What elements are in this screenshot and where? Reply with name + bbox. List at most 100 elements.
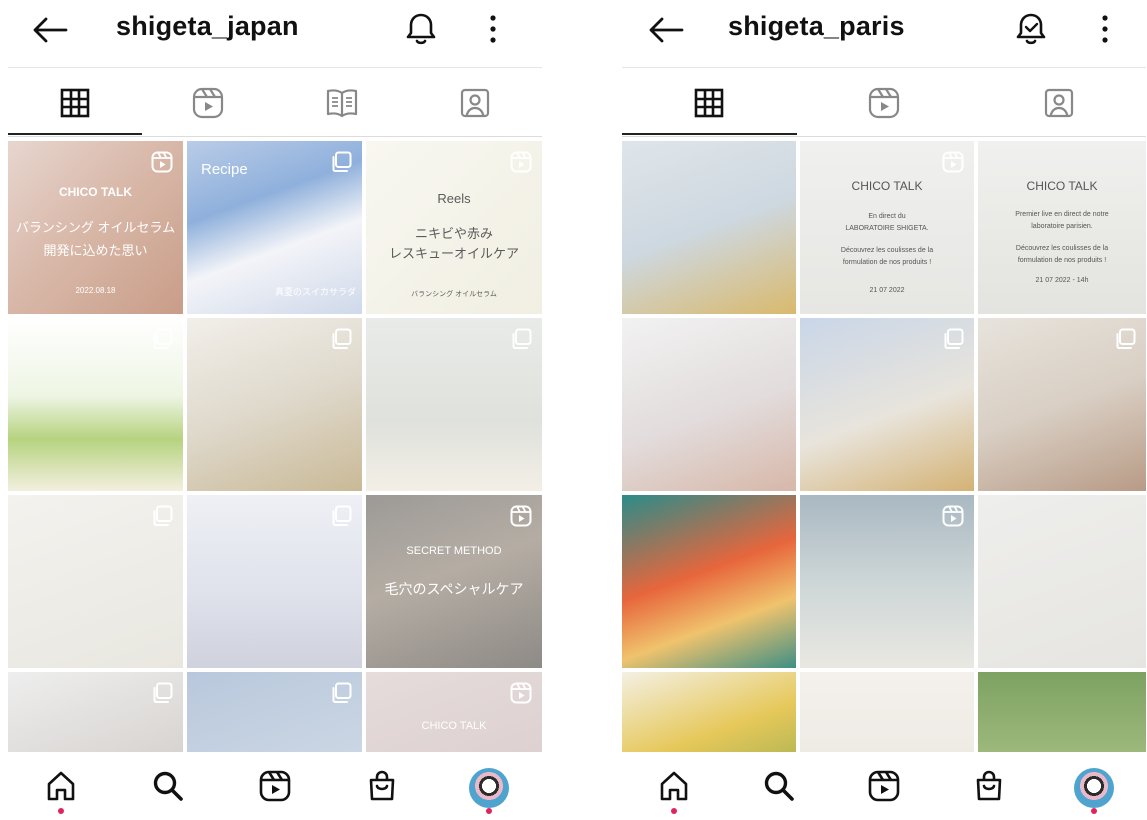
reels-badge-icon (510, 682, 532, 704)
tab-reels[interactable] (142, 70, 276, 136)
profile-username: shigeta_japan (116, 11, 299, 41)
tagged-icon (1044, 88, 1073, 118)
bottom-nav (622, 752, 1146, 820)
tile-caption-line: CHICO TALK (421, 720, 487, 732)
tile-chico-talk-fr-2[interactable]: CHICO TALK Premier live en direct de notr… (978, 141, 1146, 314)
carousel-badge-icon (332, 328, 352, 349)
profile-username: shigeta_paris (728, 11, 905, 41)
tile-caption-line: バランシング オイルセラム (15, 220, 176, 235)
notifications-bell-icon[interactable] (404, 10, 438, 48)
nav-search[interactable] (727, 752, 832, 820)
carousel-badge-icon (944, 328, 964, 349)
tile-pouch-birds[interactable] (800, 318, 974, 491)
posts-grid: CHICO TALK バランシング オイルセラム 開発に込めた思い 2022.08.1… (8, 141, 542, 820)
tab-grid[interactable] (622, 70, 797, 136)
grid-icon (60, 88, 90, 118)
reels-badge-icon (942, 505, 964, 527)
tile-caption-line: formulation de nos produits ! (842, 259, 932, 266)
back-arrow-icon[interactable] (646, 12, 686, 48)
tab-tagged[interactable] (409, 70, 543, 136)
tile-lavender[interactable] (978, 495, 1146, 668)
profile-tabs (8, 70, 542, 136)
home-notification-dot (58, 808, 65, 814)
nav-profile[interactable] (435, 752, 542, 820)
tile-purple-bottles[interactable] (187, 495, 362, 668)
reels-badge-icon (151, 151, 173, 173)
profile-tabs (622, 70, 1146, 136)
search-icon (153, 771, 183, 801)
header-divider (622, 67, 1146, 68)
bottom-nav (8, 752, 542, 820)
grid-icon (695, 88, 724, 118)
tile-caption-line: SECRET METHOD (406, 545, 502, 557)
guides-icon (326, 89, 357, 118)
carousel-badge-icon (153, 682, 173, 703)
tile-caption-line: 21 07 2022 (869, 287, 905, 294)
tile-bottles-beige[interactable] (366, 318, 542, 491)
more-options-icon[interactable] (1098, 10, 1112, 48)
carousel-badge-icon (153, 328, 173, 349)
nav-reels[interactable] (222, 752, 329, 820)
reels-badge-icon (510, 505, 532, 527)
tile-dropper[interactable] (8, 495, 183, 668)
profile-notification-dot (1090, 808, 1097, 814)
tile-pouch-sunglasses[interactable] (622, 141, 796, 314)
tile-woman-bottle[interactable] (978, 318, 1146, 491)
reels-nav-icon (868, 770, 900, 802)
tab-reels[interactable] (797, 70, 972, 136)
nav-home[interactable] (8, 752, 115, 820)
tile-caption-line: 真夏のスイカサラダ (274, 287, 356, 297)
tile-reels-oilcare[interactable]: Reels ニキビや赤み レスキューオイルケア バランシング オイルセラム (366, 141, 542, 314)
tile-flowers-oil[interactable] (8, 318, 183, 491)
tile-hands-tube[interactable] (622, 318, 796, 491)
nav-search[interactable] (115, 752, 222, 820)
reels-icon (193, 87, 224, 119)
tile-caption-line: LABORATOIRE SHIGETA. (845, 225, 929, 232)
tile-lab-microscope[interactable] (800, 495, 974, 668)
tile-caption-line: formulation de nos produits ! (1017, 257, 1107, 264)
profile-avatar (468, 768, 509, 808)
carousel-badge-icon (512, 328, 532, 349)
shop-bag-icon (976, 770, 1002, 801)
tile-straw-hat-bag[interactable] (187, 318, 362, 491)
carousel-badge-icon (332, 505, 352, 526)
nav-reels[interactable] (832, 752, 937, 820)
profile-panel-japan: shigeta_japan CHICO TALK バランシング オイルセラム 開… (8, 0, 542, 820)
reels-badge-icon (942, 151, 964, 173)
more-options-icon[interactable] (486, 10, 500, 48)
nav-shop[interactable] (328, 752, 435, 820)
tile-chico-talk-oil[interactable]: CHICO TALK バランシング オイルセラム 開発に込めた思い 2022.08.1… (8, 141, 183, 314)
tile-caption-line: CHICO TALK (58, 185, 133, 199)
reels-badge-icon (510, 151, 532, 173)
profile-header: shigeta_japan (8, 0, 542, 62)
tile-recipe-watermelon[interactable]: Recipe 真夏のスイカサラダ (187, 141, 362, 314)
tab-guides[interactable] (275, 70, 409, 136)
nav-profile[interactable] (1041, 752, 1146, 820)
tab-tagged[interactable] (971, 70, 1146, 136)
tab-grid[interactable] (8, 70, 142, 136)
reels-nav-icon (259, 770, 291, 802)
notifications-bell-check-icon[interactable] (1014, 10, 1048, 48)
shop-bag-icon (369, 770, 395, 801)
back-arrow-icon[interactable] (30, 12, 70, 48)
tagged-icon (461, 88, 490, 118)
home-notification-dot (671, 808, 678, 814)
header-divider (8, 67, 542, 68)
tile-towel-hat[interactable] (622, 495, 796, 668)
tile-chico-talk-fr[interactable]: CHICO TALK En direct du LABORATOIRE SHIGET… (800, 141, 974, 314)
nav-home[interactable] (622, 752, 727, 820)
tile-caption-line: 開発に込めた思い (43, 243, 148, 258)
tile-caption-line: Découvrez les coulisses de la (840, 247, 934, 254)
reels-icon (868, 87, 900, 119)
tile-caption-line: Reels (437, 191, 471, 206)
tile-caption-line: バランシング オイルセラム (411, 291, 497, 298)
tile-secret-method[interactable]: SECRET METHOD 毛穴のスペシャルケア (366, 495, 542, 668)
carousel-badge-icon (332, 682, 352, 703)
search-icon (764, 771, 794, 801)
profile-avatar (1073, 768, 1114, 808)
home-icon (661, 771, 688, 801)
tile-caption-line: Découvrez les coulisses de la (1015, 245, 1109, 252)
profile-header: shigeta_paris (622, 0, 1146, 62)
nav-shop[interactable] (936, 752, 1041, 820)
tile-caption-line: ニキビや赤み (414, 226, 493, 241)
